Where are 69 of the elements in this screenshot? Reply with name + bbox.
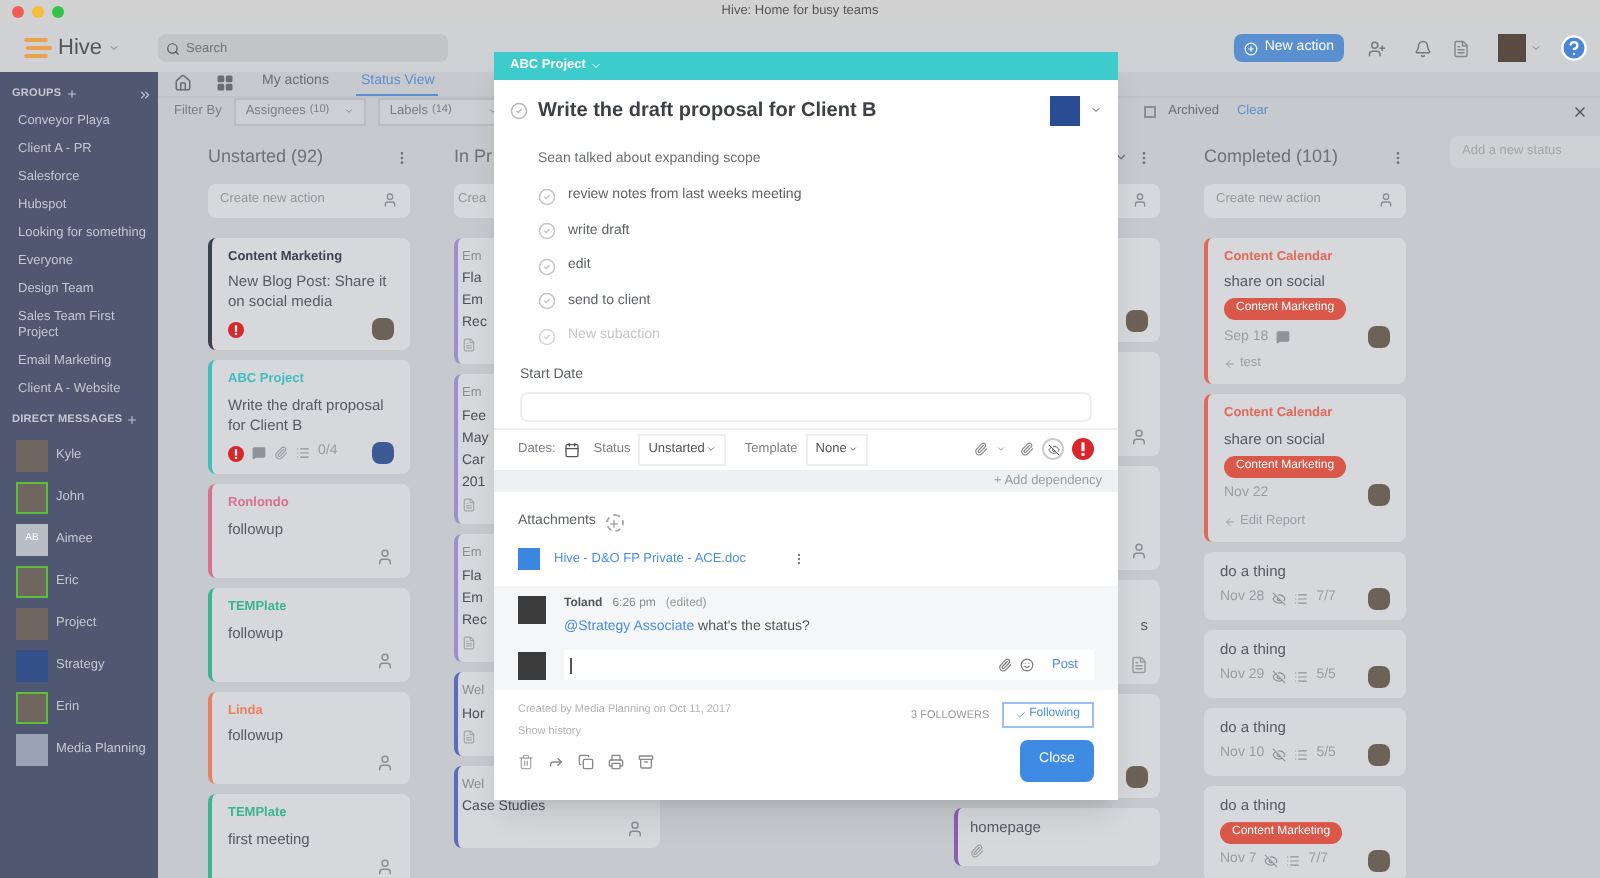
- column-title: In Pr: [454, 143, 493, 170]
- search-icon: [166, 41, 180, 55]
- task-title: Write the draft proposal for Client B: [538, 97, 879, 126]
- archive-icon[interactable]: [638, 753, 654, 769]
- zoom-window-button[interactable]: [52, 6, 64, 18]
- document-icon: [462, 338, 476, 353]
- close-icon[interactable]: [1572, 103, 1588, 119]
- paperclip-icon[interactable]: [1020, 442, 1034, 457]
- caret-icon: [706, 444, 717, 455]
- document-icon[interactable]: [1452, 39, 1470, 57]
- plus-circle-icon: [1244, 41, 1259, 55]
- help-icon[interactable]: [1560, 34, 1588, 62]
- caret-icon: [343, 106, 354, 116]
- notifications-icon[interactable]: [1414, 39, 1432, 57]
- app-logo-text: Hive: [58, 33, 103, 64]
- trash-icon[interactable]: [518, 753, 534, 769]
- column-title: Unstarted (92): [208, 143, 324, 170]
- emoji-icon[interactable]: [1019, 658, 1034, 673]
- collapse-icon[interactable]: [138, 87, 152, 102]
- eye-off-icon: [1047, 443, 1059, 456]
- calendar-icon[interactable]: [563, 441, 580, 458]
- paperclip-icon[interactable]: [974, 442, 988, 457]
- hive-logo-icon: [24, 38, 52, 58]
- subaction-check-icon[interactable]: [538, 222, 556, 241]
- copy-icon[interactable]: [578, 753, 594, 769]
- subaction-check-icon[interactable]: [538, 292, 556, 311]
- checklist-icon: [1294, 747, 1309, 761]
- subaction-check-icon[interactable]: [538, 257, 556, 276]
- document-icon: [462, 498, 476, 512]
- person-icon: [1132, 192, 1148, 208]
- caret-icon: [1090, 104, 1102, 117]
- avatar: [518, 595, 546, 624]
- add-group-icon[interactable]: [65, 88, 78, 101]
- home-icon[interactable]: [174, 74, 192, 93]
- arrow-left-icon: [1224, 515, 1236, 528]
- person-icon: [1378, 192, 1394, 208]
- add-attachment-button[interactable]: [605, 514, 624, 533]
- document-icon: [462, 635, 476, 650]
- checklist-icon: [1294, 591, 1309, 605]
- assignee-avatar[interactable]: [1050, 95, 1080, 126]
- checklist-icon: [296, 446, 310, 460]
- subaction-check-icon: [538, 327, 556, 346]
- complete-check-icon[interactable]: [510, 101, 528, 120]
- private-toggle[interactable]: [1042, 438, 1064, 461]
- plus-icon: [608, 517, 621, 530]
- caret-icon[interactable]: [1114, 150, 1128, 164]
- paperclip-icon: [970, 843, 984, 858]
- share-icon[interactable]: [548, 753, 564, 769]
- caret-icon: [589, 59, 602, 72]
- document-icon: [462, 729, 476, 743]
- avatar: [518, 651, 546, 680]
- close-window-button[interactable]: [12, 6, 24, 18]
- archived-checkbox[interactable]: [1144, 105, 1157, 117]
- arrow-left-icon: [1224, 358, 1236, 371]
- caret-icon: [487, 106, 498, 116]
- file-icon: [518, 547, 540, 570]
- column-title: Completed (101): [1204, 143, 1339, 170]
- person-icon: [382, 192, 398, 208]
- checklist-icon: [1294, 669, 1309, 683]
- add-message-icon[interactable]: [126, 414, 139, 427]
- checklist-icon: [1286, 853, 1301, 867]
- paperclip-icon[interactable]: [997, 658, 1012, 673]
- subaction-check-icon[interactable]: [538, 187, 556, 206]
- add-user-icon[interactable]: [1368, 39, 1386, 57]
- grid-icon[interactable]: [216, 74, 234, 93]
- caret-icon: [996, 444, 1006, 455]
- check-icon: [1015, 710, 1026, 721]
- print-icon[interactable]: [608, 753, 624, 769]
- caret-icon: [848, 444, 859, 455]
